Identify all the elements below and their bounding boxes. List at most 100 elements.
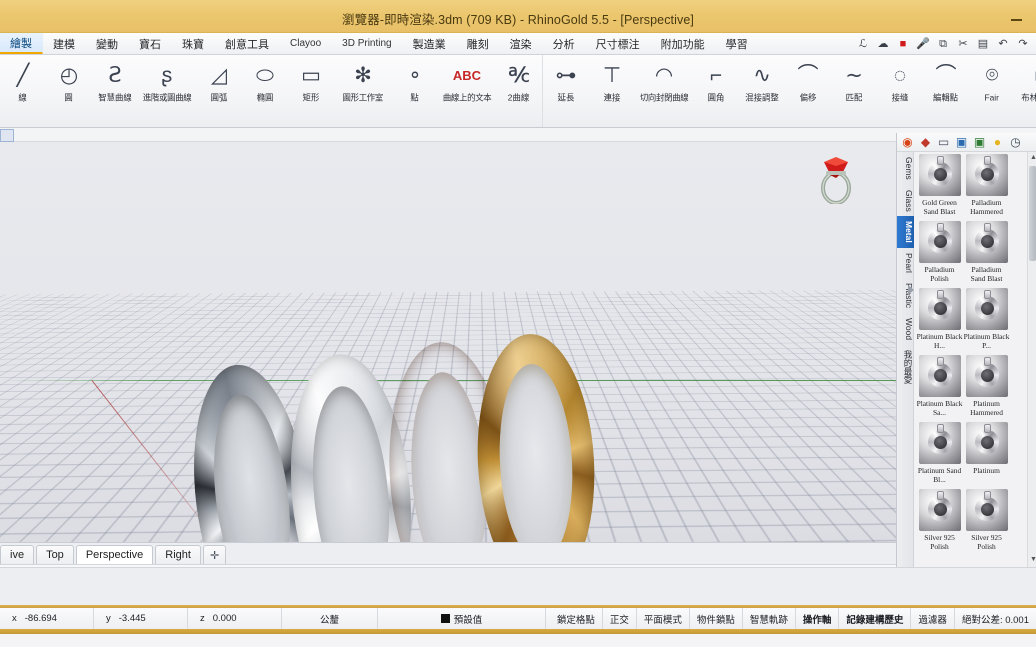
sphere-yellow-icon[interactable]: ● (990, 135, 1005, 150)
ribbon-button-offset-icon[interactable]: ⌒ 偏移 (785, 55, 831, 121)
viewport-tab-1[interactable]: Top (36, 545, 74, 564)
status-z-coordinate[interactable]: z 0.000 (188, 608, 282, 629)
ribbon-button-point-icon[interactable]: ∘ 點 (392, 55, 438, 121)
status-toggle-5[interactable]: 操作軸 (796, 608, 840, 629)
ribbon-button-circle-icon[interactable]: ◴ 圓 (46, 55, 92, 121)
material-category-pearl[interactable]: Pearl (897, 248, 914, 278)
ribbon-tab-4[interactable]: 珠寶 (172, 33, 215, 54)
status-toggle-3[interactable]: 物件鎖點 (690, 608, 743, 629)
layer-color-swatch[interactable] (440, 614, 450, 623)
ribbon-button-ellipse-icon[interactable]: ⬭ 橢圓 (242, 55, 288, 121)
cut-scissors-icon[interactable]: ✂ (956, 37, 970, 51)
status-y-coordinate[interactable]: y -3.445 (94, 608, 188, 629)
ribbon-button-extend-icon[interactable]: ⊶ 延長 (543, 55, 589, 121)
material-swatch[interactable]: Silver 925 Polish (963, 488, 1010, 553)
material-swatch[interactable]: Platinum Sand Bl... (916, 421, 963, 488)
ribbon-button-smart-curve-icon[interactable]: Ꙅ 智慧曲線 (92, 55, 138, 121)
redo-icon[interactable]: ↷ (1016, 37, 1030, 51)
render-shield-icon[interactable]: ◆ (918, 135, 933, 150)
material-swatch[interactable]: Platinum Black H... (916, 287, 963, 354)
status-units[interactable]: 公釐 (282, 608, 378, 629)
scroll-up-arrow-icon[interactable]: ▲ (1030, 154, 1036, 161)
ribbon-tab-1[interactable]: 建模 (43, 33, 86, 54)
status-x-coordinate[interactable]: x -86.694 (0, 608, 94, 629)
ribbon-button-two-curves-icon[interactable]: ℀ 2曲線 (496, 55, 542, 121)
cloud-icon[interactable]: ☁ (876, 37, 890, 51)
status-toggle-6[interactable]: 記錄建構歷史 (839, 608, 912, 629)
status-toggle-2[interactable]: 平面模式 (637, 608, 690, 629)
ribbon-button-match-icon[interactable]: ∼ 匹配 (831, 55, 877, 121)
ribbon-button-line-icon[interactable]: ╱ 線 (0, 55, 46, 121)
ribbon-button-text-on-curve-icon[interactable]: ABC 曲線上的文本 (438, 55, 496, 121)
undo-icon[interactable]: ↶ (996, 37, 1010, 51)
ribbon-button-boolean-icon[interactable]: ◗布林運算 (1015, 55, 1036, 121)
scrollbar-thumb[interactable] (1029, 166, 1036, 261)
ribbon-tab-14[interactable]: 學習 (716, 33, 759, 54)
status-layer[interactable]: 預設值 (378, 608, 546, 629)
ribbon-tab-7[interactable]: 3D Printing (332, 33, 402, 54)
scroll-down-arrow-icon[interactable]: ▼ (1030, 556, 1036, 563)
image-green-icon[interactable]: ▣ (972, 135, 987, 150)
viewport-tab-3[interactable]: Right (155, 545, 201, 564)
ribbon-button-rectangle-icon[interactable]: ▭ 矩形 (288, 55, 334, 121)
image-blue-icon[interactable]: ▣ (954, 135, 969, 150)
material-swatch[interactable]: Platinum Black Sa... (916, 354, 963, 421)
material-swatch[interactable]: Gold Green Sand Blast (916, 153, 963, 220)
material-category-metal[interactable]: Metal (897, 216, 914, 249)
ribbon-button-join-icon[interactable]: ⊤ 連接 (589, 55, 635, 121)
material-category-plastic[interactable]: Plastic (897, 278, 914, 313)
layer-icon[interactable]: ℒ (856, 37, 870, 51)
minimize-button[interactable] (1006, 11, 1028, 25)
ribbon-tab-12[interactable]: 尺寸標注 (586, 33, 651, 54)
material-category-我的最愛[interactable]: 我的最愛 (897, 345, 914, 389)
command-prompt-box[interactable] (0, 129, 14, 142)
material-swatch[interactable]: Platinum (963, 421, 1010, 488)
material-swatch[interactable]: Palladium Polish (916, 220, 963, 287)
microphone-icon[interactable]: 🎤 (916, 37, 930, 51)
ribbon-button-edit-points-icon[interactable]: ⌒ 編輯點 (923, 55, 969, 121)
clock-icon[interactable]: ◷ (1008, 135, 1023, 150)
ribbon-tab-0[interactable]: 繪製 (0, 33, 43, 54)
ribbon-button-seam-icon[interactable]: ◌ 接缝 (877, 55, 923, 121)
copy-icon[interactable]: ⧉ (936, 37, 950, 51)
material-category-glass[interactable]: Glass (897, 185, 914, 217)
material-swatch[interactable]: Platinum Hammered (963, 354, 1010, 421)
ring-preview-thumbnail[interactable] (810, 148, 862, 205)
ribbon-tab-5[interactable]: 創意工具 (215, 33, 280, 54)
material-swatch[interactable]: Platinum Black P... (963, 287, 1010, 354)
ribbon-tab-10[interactable]: 渲染 (500, 33, 543, 54)
command-line[interactable] (0, 128, 1036, 142)
color-wheel-icon[interactable]: ◉ (900, 135, 915, 150)
ribbon-button-fair-icon[interactable]: ⌾ Fair (969, 55, 1015, 121)
viewport-tab-2[interactable]: Perspective (75, 545, 154, 564)
ribbon-tab-2[interactable]: 變動 (86, 33, 129, 54)
status-toggle-7[interactable]: 過濾器 (911, 608, 955, 629)
material-swatch[interactable]: Palladium Hammered (963, 153, 1010, 220)
viewport-tab-add[interactable]: ✛ (202, 545, 227, 564)
ribbon-button-blend-adjust-icon[interactable]: ∿ 混接調整 (739, 55, 785, 121)
status-toggle-0[interactable]: 鎖定格點 (550, 608, 603, 629)
material-panel-scrollbar[interactable]: ▲ ▼ (1027, 152, 1036, 567)
material-category-gems[interactable]: Gems (897, 152, 914, 185)
perspective-viewport[interactable] (0, 142, 896, 542)
ribbon-button-tangent-closed-curve-icon[interactable]: ◠ 切向封閉曲線 (635, 55, 693, 121)
ribbon-tab-6[interactable]: Clayoo (280, 33, 332, 54)
ribbon-tab-13[interactable]: 附加功能 (651, 33, 716, 54)
material-swatch[interactable]: Palladium Sand Blast (963, 220, 1010, 287)
ribbon-button-shape-studio-icon[interactable]: ✻ 圖形工作室 (334, 55, 392, 121)
ribbon-tab-9[interactable]: 雕刻 (457, 33, 500, 54)
status-toggle-1[interactable]: 正交 (603, 608, 637, 629)
red-square-icon[interactable]: ■ (896, 37, 910, 51)
material-swatch[interactable]: Silver 925 Polish (916, 488, 963, 553)
ribbon-tab-3[interactable]: 寶石 (129, 33, 172, 54)
ribbon-tab-11[interactable]: 分析 (543, 33, 586, 54)
viewport-tab-0[interactable]: ive (0, 545, 35, 564)
paste-icon[interactable]: ▤ (976, 37, 990, 51)
ribbon-button-fillet-icon[interactable]: ⌐ 圓角 (693, 55, 739, 121)
material-category-wood[interactable]: Wood (897, 313, 914, 345)
ribbon-button-advanced-curve-icon[interactable]: ʂ 進階或圖曲線 (138, 55, 196, 121)
ribbon-button-arc-icon[interactable]: ◿ 圓弧 (196, 55, 242, 121)
monitor-icon[interactable]: ▭ (936, 135, 951, 150)
status-tolerance[interactable]: 絕對公差: 0.001 (955, 608, 1036, 629)
ribbon-tab-8[interactable]: 製造業 (403, 33, 457, 54)
